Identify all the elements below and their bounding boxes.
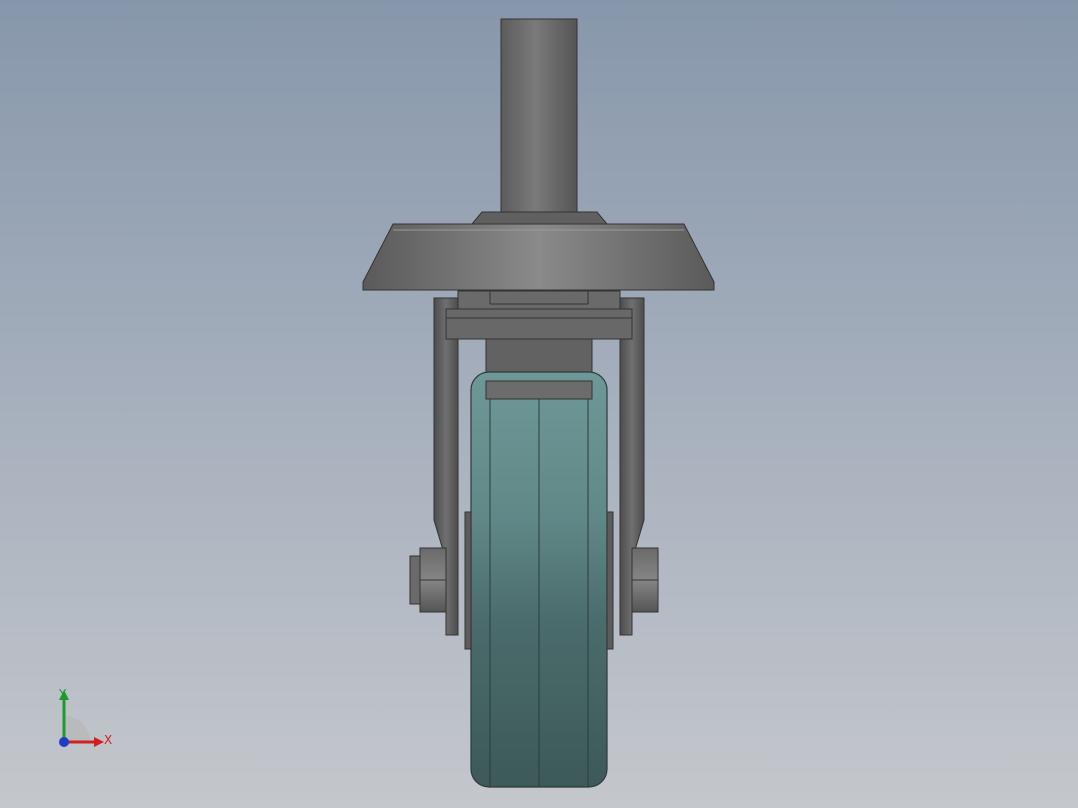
wheel-guard-plate — [485, 380, 593, 400]
axle-bolt-head[interactable] — [409, 555, 421, 605]
hub-left — [464, 511, 472, 650]
x-axis-label: X — [104, 733, 112, 747]
coordinate-triad: Y X — [58, 687, 112, 747]
caster-wheel-model[interactable] — [0, 0, 1078, 808]
fork-crown — [445, 308, 633, 340]
mounting-plate[interactable] — [362, 223, 715, 291]
hex-nut[interactable] — [470, 211, 609, 225]
cad-viewport[interactable]: Y X — [0, 0, 1078, 808]
hub-right — [606, 511, 614, 650]
stem[interactable] — [500, 18, 578, 216]
y-axis-label: Y — [58, 687, 67, 701]
z-axis-dot — [59, 737, 69, 747]
swivel-block — [457, 290, 621, 310]
